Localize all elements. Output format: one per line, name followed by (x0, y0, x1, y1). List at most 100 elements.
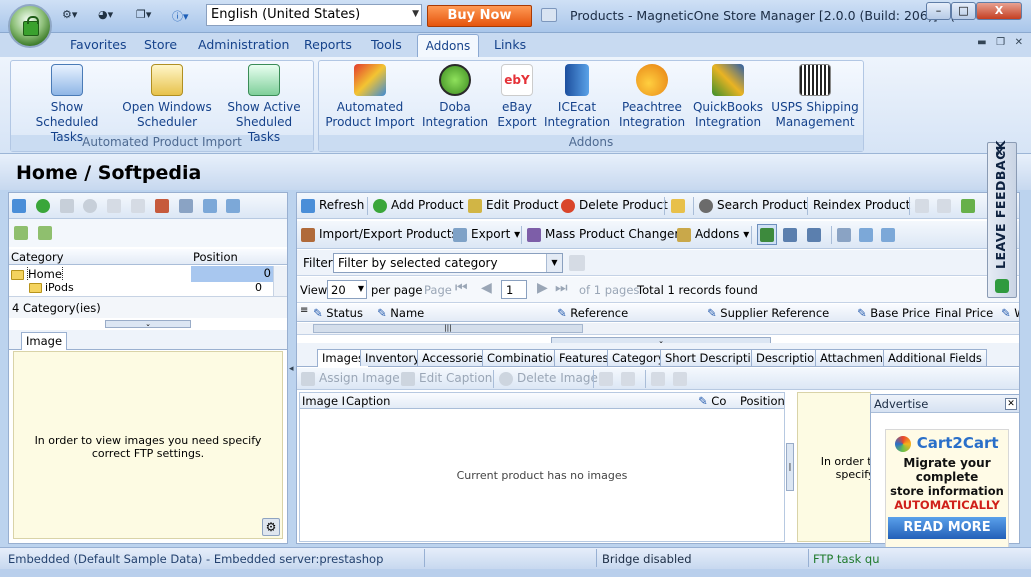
fit-columns-button[interactable] (783, 227, 801, 242)
refresh-button[interactable]: Refresh (301, 198, 364, 213)
column-position[interactable]: Position (193, 250, 238, 264)
read-more-button[interactable]: READ MORE (888, 517, 1006, 539)
addons-dropdown[interactable]: Addons ▾ (677, 227, 749, 242)
tab-links[interactable]: Links (494, 37, 526, 52)
image-grid: Image ID Caption ✎ Co Position Current p… (299, 392, 785, 542)
reindex-product-button[interactable]: Reindex Product (813, 198, 910, 212)
buy-now-button[interactable]: Buy Now (427, 5, 532, 27)
row-menu-icon[interactable]: ≡ (300, 305, 308, 316)
column-caption[interactable]: Caption (346, 394, 390, 408)
notes-button[interactable] (671, 198, 689, 213)
move-down-icon[interactable] (226, 198, 241, 213)
tab-store[interactable]: Store (144, 37, 177, 52)
minimize-button[interactable]: – (926, 2, 951, 20)
color-wheel-icon[interactable]: ◕▾ (98, 8, 113, 24)
icecat-integration-button[interactable]: ICEcat Integration (544, 64, 610, 130)
column-w[interactable]: ✎ W (1001, 306, 1019, 320)
help-icon[interactable]: ⓘ▾ (172, 8, 189, 24)
move-down-button[interactable] (881, 227, 899, 242)
filter-select[interactable]: Filter by selected category ▼ (333, 253, 563, 273)
settings-gear-icon[interactable]: ⚙ (262, 518, 280, 536)
windows-icon[interactable]: ❐▾ (136, 8, 151, 24)
expand-tree-icon[interactable] (14, 225, 28, 240)
open-windows-scheduler-button[interactable]: Open Windows Scheduler (120, 64, 214, 130)
tab-features[interactable]: Features (554, 349, 614, 366)
tab-administration[interactable]: Administration (198, 37, 289, 52)
show-scheduled-tasks-button[interactable]: Show Scheduled Tasks (18, 64, 116, 145)
move-up-icon[interactable] (202, 198, 217, 213)
product-grid-scrollbar[interactable]: ||| (297, 323, 1019, 335)
columns-button[interactable] (837, 227, 855, 242)
usps-shipping-management-button[interactable]: USPS Shipping Management (770, 64, 860, 130)
column-reference[interactable]: ✎ Reference (557, 306, 628, 320)
edit-product-button[interactable]: Edit Product (468, 198, 559, 213)
move-down-button (673, 371, 691, 386)
last-page-icon: ⏭ (555, 280, 568, 296)
next-page-icon: ▶ (537, 280, 548, 296)
leave-feedback-tab[interactable]: x LEAVE FEEDBACK (987, 140, 1017, 298)
column-supplier-reference[interactable]: ✎ Supplier Reference (707, 306, 829, 320)
collapse-left-icon[interactable]: ◂ (289, 364, 295, 378)
clock-folder-icon (151, 64, 183, 96)
expand-columns-button[interactable] (807, 227, 825, 242)
tab-image[interactable]: Image (21, 332, 68, 350)
maximize-button[interactable]: □ (951, 2, 976, 20)
export-arrow-button[interactable] (961, 198, 979, 213)
app-menu-orb-icon[interactable] (8, 4, 52, 48)
refresh-icon[interactable] (12, 198, 26, 213)
column-category[interactable]: Category (11, 250, 64, 264)
scroll-thumb[interactable]: ||| (313, 324, 583, 333)
sync-toggle[interactable] (757, 224, 777, 245)
quickbooks-integration-button[interactable]: QuickBooks Integration (692, 64, 764, 130)
tab-tools[interactable]: Tools (371, 37, 402, 52)
delete-product-button[interactable]: Delete Product (561, 198, 668, 213)
of-pages-label: of 1 pages (579, 283, 640, 297)
add-product-button[interactable]: Add Product (373, 198, 464, 213)
table-row[interactable]: Home 0 (9, 266, 287, 282)
show-active-sheduled-tasks-button[interactable]: Show Active Sheduled Tasks (218, 64, 310, 145)
column-base-price[interactable]: ✎ Base Price (857, 306, 930, 320)
column-name[interactable]: ✎ Name (377, 306, 424, 320)
empty-grid-message: Current product has no images (456, 469, 628, 482)
column-position[interactable]: Position (740, 394, 785, 408)
add-icon[interactable] (35, 198, 50, 213)
splitter-handle[interactable]: ⌄ (105, 320, 191, 328)
tab-inventory[interactable]: Inventory (360, 349, 425, 366)
column-image-id[interactable]: Image ID (302, 394, 344, 408)
column-status[interactable]: ✎ Status (313, 306, 363, 320)
doba-integration-button[interactable]: Doba Integration (420, 64, 490, 130)
barcode-icon (799, 64, 831, 96)
columns-icon[interactable] (178, 198, 193, 213)
search-product-button[interactable]: Search Product (699, 198, 808, 213)
peachtree-integration-button[interactable]: Peachtree Integration (616, 64, 688, 130)
ebay-export-button[interactable]: ebY eBay Export (494, 64, 540, 130)
ad-banner[interactable]: Cart2Cart Migrate your complete store in… (885, 429, 1009, 553)
close-button[interactable]: X (976, 2, 1022, 20)
feedback-logo-icon (995, 279, 1009, 293)
export-dropdown[interactable]: Export ▾ (453, 227, 520, 242)
import-export-products-button[interactable]: Import/Export Products (301, 227, 458, 242)
category-scrollbar[interactable] (273, 266, 287, 296)
column-co[interactable]: ✎ Co (698, 394, 736, 408)
page-number-input[interactable]: 1 (501, 280, 527, 299)
column-final-price[interactable]: Final Price (935, 306, 993, 320)
move-up-button[interactable] (859, 227, 877, 242)
mdi-window-buttons[interactable]: ▬ ❐ ✕ (977, 37, 1023, 48)
language-select[interactable]: English (United States) ▼ (206, 4, 422, 26)
table-row[interactable]: iPods 0 (9, 282, 273, 294)
tree-edit-icon[interactable] (154, 198, 169, 213)
automated-product-import-button[interactable]: Automated Product Import (324, 64, 416, 130)
delete-icon (499, 371, 513, 386)
detail-tabstrip: Images Inventory Accessories Combination… (297, 343, 1019, 367)
tab-addons[interactable]: Addons (417, 34, 479, 58)
tab-additional-fields[interactable]: Additional Fields (883, 349, 987, 366)
close-icon[interactable]: ✕ (1005, 398, 1017, 410)
splitter-handle[interactable]: | (786, 443, 794, 491)
status-bridge: Bridge disabled (602, 552, 692, 566)
mass-product-changer-button[interactable]: Mass Product Changer (527, 227, 679, 242)
gear-icon[interactable]: ⚙▾ (62, 8, 77, 24)
collapse-tree-icon[interactable] (37, 225, 52, 240)
page-size-select[interactable]: 20 ▼ (327, 280, 367, 299)
tab-reports[interactable]: Reports (304, 37, 352, 52)
tab-favorites[interactable]: Favorites (70, 37, 126, 52)
